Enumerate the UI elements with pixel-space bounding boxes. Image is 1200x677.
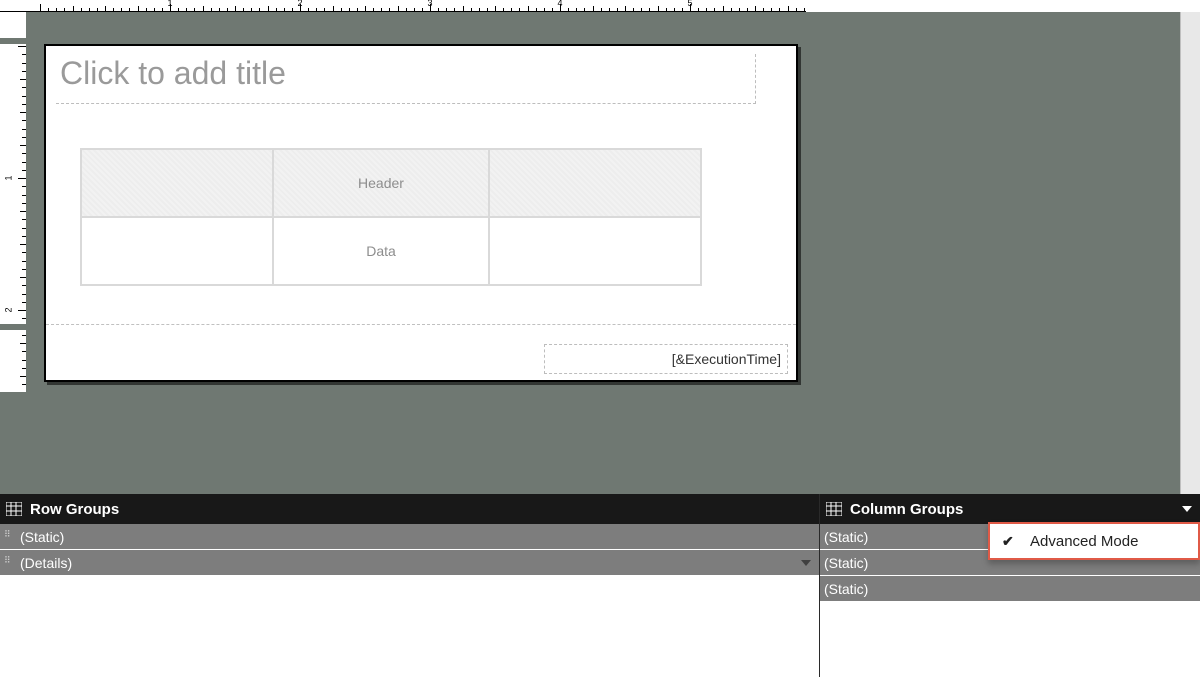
group-item-label: (Static) bbox=[824, 581, 868, 597]
report-page[interactable]: Click to add title Header Data [&Executi… bbox=[44, 44, 798, 382]
group-item-label: (Details) bbox=[20, 555, 72, 571]
tablix-data-cell[interactable]: Data bbox=[273, 217, 489, 285]
row-groups-title: Row Groups bbox=[30, 501, 119, 518]
vertical-scrollbar[interactable] bbox=[1180, 12, 1200, 494]
group-item-label: (Static) bbox=[824, 555, 868, 571]
tablix[interactable]: Header Data bbox=[80, 148, 702, 286]
footer-execution-time[interactable]: [&ExecutionTime] bbox=[544, 344, 788, 374]
row-groups-header: Row Groups bbox=[0, 494, 819, 524]
tablix-data-cell[interactable] bbox=[489, 217, 701, 285]
title-placeholder[interactable]: Click to add title bbox=[56, 54, 756, 104]
tablix-header-row[interactable]: Header bbox=[81, 149, 701, 217]
dropdown-icon[interactable] bbox=[799, 556, 813, 570]
ruler-vertical: 12 bbox=[0, 12, 26, 392]
row-group-item[interactable]: ⠿ (Details) bbox=[0, 550, 819, 576]
row-groups-list: ⠿ (Static) ⠿ (Details) bbox=[0, 524, 819, 677]
column-groups-menu-button[interactable] bbox=[1180, 502, 1194, 516]
column-groups-header: Column Groups bbox=[820, 494, 1200, 524]
menu-item-label: Advanced Mode bbox=[1030, 533, 1138, 550]
tablix-header-cell[interactable]: Header bbox=[273, 149, 489, 217]
row-groups-pane: Row Groups ⠿ (Static) ⠿ (Details) bbox=[0, 494, 820, 677]
ruler-horizontal: 12345 bbox=[0, 0, 806, 12]
group-item-label: (Static) bbox=[20, 529, 64, 545]
tablix-data-cell[interactable] bbox=[81, 217, 273, 285]
group-item-label: (Static) bbox=[824, 529, 868, 545]
table-icon bbox=[826, 502, 842, 516]
menu-item-advanced-mode[interactable]: ✔ Advanced Mode bbox=[990, 524, 1198, 558]
check-icon: ✔ bbox=[1002, 533, 1018, 550]
tablix-header-cell[interactable] bbox=[489, 149, 701, 217]
drag-handle-icon: ⠿ bbox=[4, 557, 12, 569]
column-groups-title: Column Groups bbox=[850, 501, 963, 518]
body-footer-separator bbox=[46, 324, 796, 325]
tablix-header-cell[interactable] bbox=[81, 149, 273, 217]
tablix-data-row[interactable]: Data bbox=[81, 217, 701, 285]
table-icon bbox=[6, 502, 22, 516]
row-group-item[interactable]: ⠿ (Static) bbox=[0, 524, 819, 550]
column-group-item[interactable]: (Static) bbox=[820, 576, 1200, 602]
drag-handle-icon: ⠿ bbox=[4, 531, 12, 543]
column-groups-context-menu: ✔ Advanced Mode bbox=[988, 522, 1200, 560]
